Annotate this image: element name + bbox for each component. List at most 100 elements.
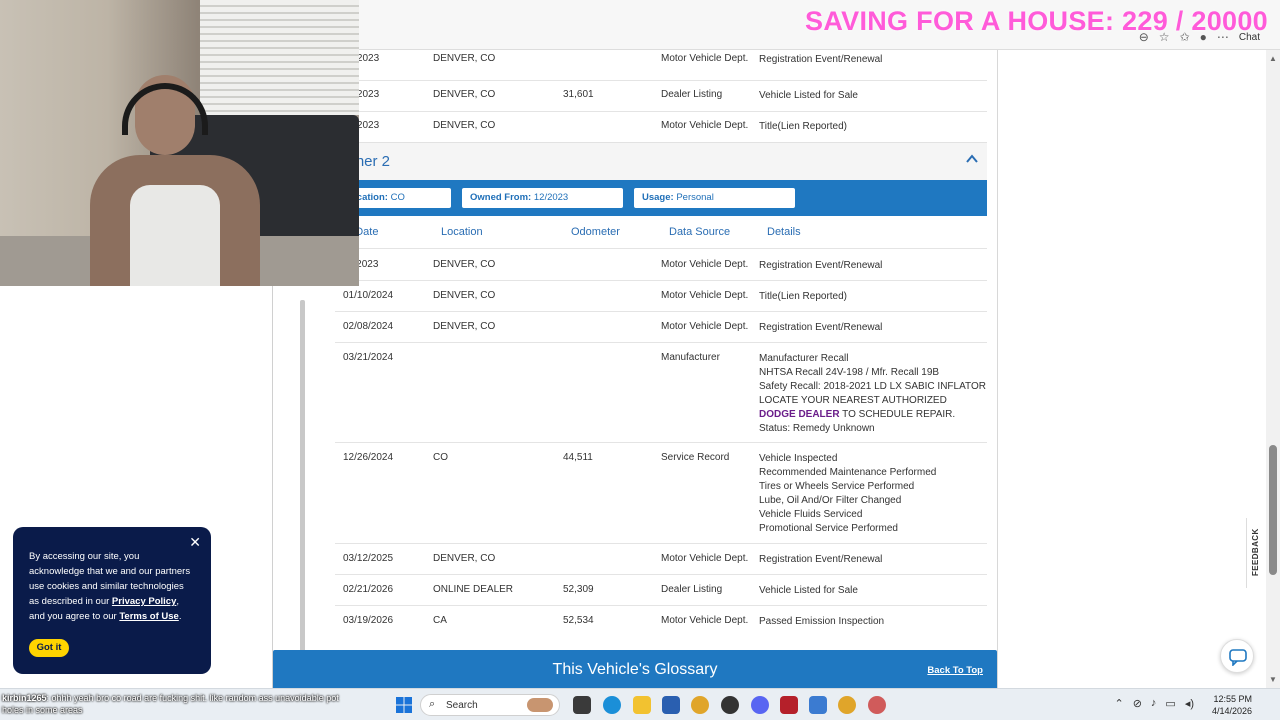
- event-odometer: [563, 259, 661, 280]
- microphone-icon[interactable]: ♪: [1151, 697, 1157, 710]
- donation-goal-overlay: SAVING FOR A HOUSE: 229 / 20000: [805, 6, 1268, 36]
- event-location: ONLINE DEALER: [433, 584, 514, 595]
- chat-text: : ohhh yeah bro co road are fucking shit…: [2, 693, 339, 715]
- event-location: CO: [433, 452, 448, 463]
- taskbar-search[interactable]: ⌕ Search: [420, 694, 560, 716]
- feedback-tab[interactable]: FEEDBACK: [1246, 518, 1264, 588]
- dodge-dealer-link[interactable]: DODGE DEALER: [759, 409, 840, 420]
- column-header: Location: [441, 226, 483, 238]
- event-odometer: [563, 290, 661, 311]
- chrome-profile-icon[interactable]: [838, 696, 856, 714]
- event-location: DENVER, CO: [433, 290, 496, 301]
- event-location: DENVER, CO: [433, 259, 496, 270]
- event-date: 01/10/2024: [343, 290, 394, 301]
- clock-date: 4/14/2026: [1211, 706, 1252, 716]
- event-details: Vehicle Inspected Recommended Maintenanc…: [759, 453, 937, 534]
- adobe-icon[interactable]: [780, 696, 798, 714]
- event-odometer: 52,309: [563, 584, 594, 595]
- chrome-icon[interactable]: [691, 696, 709, 714]
- event-date: 03/19/2026: [343, 615, 394, 626]
- event-source: Motor Vehicle Dept.: [661, 120, 749, 131]
- event-details: Registration Event/Renewal: [759, 322, 883, 333]
- scroll-thumb[interactable]: [1269, 445, 1277, 575]
- table-row: 02/08/2024 DENVER, CO Motor Vehicle Dept…: [335, 312, 987, 343]
- terms-of-use-link[interactable]: Terms of Use: [119, 611, 178, 622]
- event-source: Motor Vehicle Dept.: [661, 615, 749, 626]
- event-date: 02/21/2026: [343, 584, 394, 595]
- event-details: Registration Event/Renewal: [759, 554, 883, 565]
- event-date: 03/12/2025: [343, 553, 394, 564]
- got-it-button[interactable]: Got it: [29, 639, 69, 657]
- table-row: 25/2023 DENVER, CO 31,601 Dealer Listing…: [335, 81, 987, 112]
- system-tray: ⌃ ⊘ ♪ ▭ ◂): [1114, 697, 1194, 710]
- obs-icon[interactable]: [721, 696, 739, 714]
- event-odometer: [563, 352, 661, 442]
- task-view-icon[interactable]: [573, 696, 591, 714]
- display-icon[interactable]: ▭: [1165, 697, 1175, 710]
- event-location: DENVER, CO: [433, 89, 496, 100]
- chrome-alt-icon[interactable]: [868, 696, 886, 714]
- webcam-overlay: [0, 0, 359, 286]
- discord-icon[interactable]: [751, 696, 769, 714]
- event-date: 02/08/2024: [343, 321, 394, 332]
- chat-bubble-icon: [1229, 649, 1247, 666]
- cookie-text: .: [178, 611, 182, 622]
- event-location: [433, 352, 563, 442]
- taskbar-clock[interactable]: 12:55 PM 4/14/2026: [1212, 693, 1252, 717]
- event-details: Title(Lien Reported): [759, 121, 848, 132]
- event-details: Registration Event/Renewal: [759, 54, 883, 65]
- event-odometer: 44,511: [563, 452, 593, 463]
- event-odometer: [563, 53, 661, 80]
- store-icon[interactable]: [662, 696, 680, 714]
- back-to-top-link[interactable]: Back To Top: [927, 665, 983, 676]
- event-details: Passed Emission Inspection: [759, 616, 885, 627]
- chat-support-button[interactable]: [1220, 639, 1254, 673]
- search-icon: ⌕: [429, 698, 436, 710]
- event-date: 12/26/2024: [343, 452, 394, 463]
- event-details: Vehicle Listed for Sale: [759, 90, 858, 101]
- page-scrollbar[interactable]: ▲ ▼: [1266, 50, 1280, 688]
- owner2-accordion-header[interactable]: wner 2: [335, 142, 987, 180]
- edge-browser-icon[interactable]: [603, 696, 621, 714]
- scroll-down-icon[interactable]: ▼: [1269, 675, 1277, 684]
- cookie-consent-popup: ✕ By accessing our site, you acknowledge…: [13, 527, 211, 674]
- event-odometer: [563, 553, 661, 574]
- file-explorer-icon[interactable]: [633, 696, 651, 714]
- windows-start-icon[interactable]: [396, 697, 412, 713]
- event-source: Motor Vehicle Dept.: [661, 553, 749, 564]
- owner2-column-headers: nt Date Location Odometer Data Source De…: [335, 216, 987, 249]
- streamer-shirt: [130, 185, 220, 286]
- table-row: 03/12/2025 DENVER, CO Motor Vehicle Dept…: [335, 544, 987, 575]
- scroll-up-icon[interactable]: ▲: [1269, 54, 1277, 63]
- column-header: Details: [767, 226, 801, 238]
- column-header: Data Source: [669, 226, 731, 238]
- usage-pill: Usage: Personal: [634, 188, 795, 208]
- event-location: DENVER, CO: [433, 321, 496, 332]
- app-window-icon[interactable]: [809, 696, 827, 714]
- owner-location-pill: ocation: CO: [343, 188, 451, 208]
- event-location: DENVER, CO: [433, 120, 496, 131]
- chevron-up-icon[interactable]: [965, 152, 979, 166]
- table-row: 30/2023 DENVER, CO Motor Vehicle Dept. T…: [335, 112, 987, 143]
- inner-scrollbar[interactable]: [300, 300, 305, 688]
- event-location: DENVER, CO: [433, 53, 496, 64]
- search-placeholder: Search: [446, 700, 478, 711]
- table-row: 02/21/2026 ONLINE DEALER 52,309 Dealer L…: [335, 575, 987, 606]
- event-details: Title(Lien Reported): [759, 291, 848, 302]
- table-row: 03/21/2024 Manufacturer Manufacturer Rec…: [335, 343, 987, 443]
- feedback-label: FEEDBACK: [1251, 528, 1260, 576]
- event-odometer: [563, 120, 661, 142]
- close-icon[interactable]: ✕: [189, 535, 201, 550]
- privacy-policy-link[interactable]: Privacy Policy: [112, 596, 176, 607]
- event-odometer: 31,601: [563, 89, 594, 100]
- tray-chevron-icon[interactable]: ⌃: [1114, 697, 1123, 710]
- event-source: Dealer Listing: [661, 584, 723, 595]
- right-divider: [997, 50, 998, 690]
- glossary-banner[interactable]: This Vehicle's Glossary Back To Top: [273, 650, 997, 690]
- table-row: 03/19/2026 CA 52,534 Motor Vehicle Dept.…: [335, 606, 987, 637]
- owned-from-pill: Owned From: 12/2023: [462, 188, 623, 208]
- network-icon[interactable]: ⊘: [1133, 697, 1142, 710]
- volume-icon[interactable]: ◂): [1185, 697, 1194, 710]
- event-details: Registration Event/Renewal: [759, 260, 883, 271]
- chat-username: kirbin1265: [2, 693, 47, 703]
